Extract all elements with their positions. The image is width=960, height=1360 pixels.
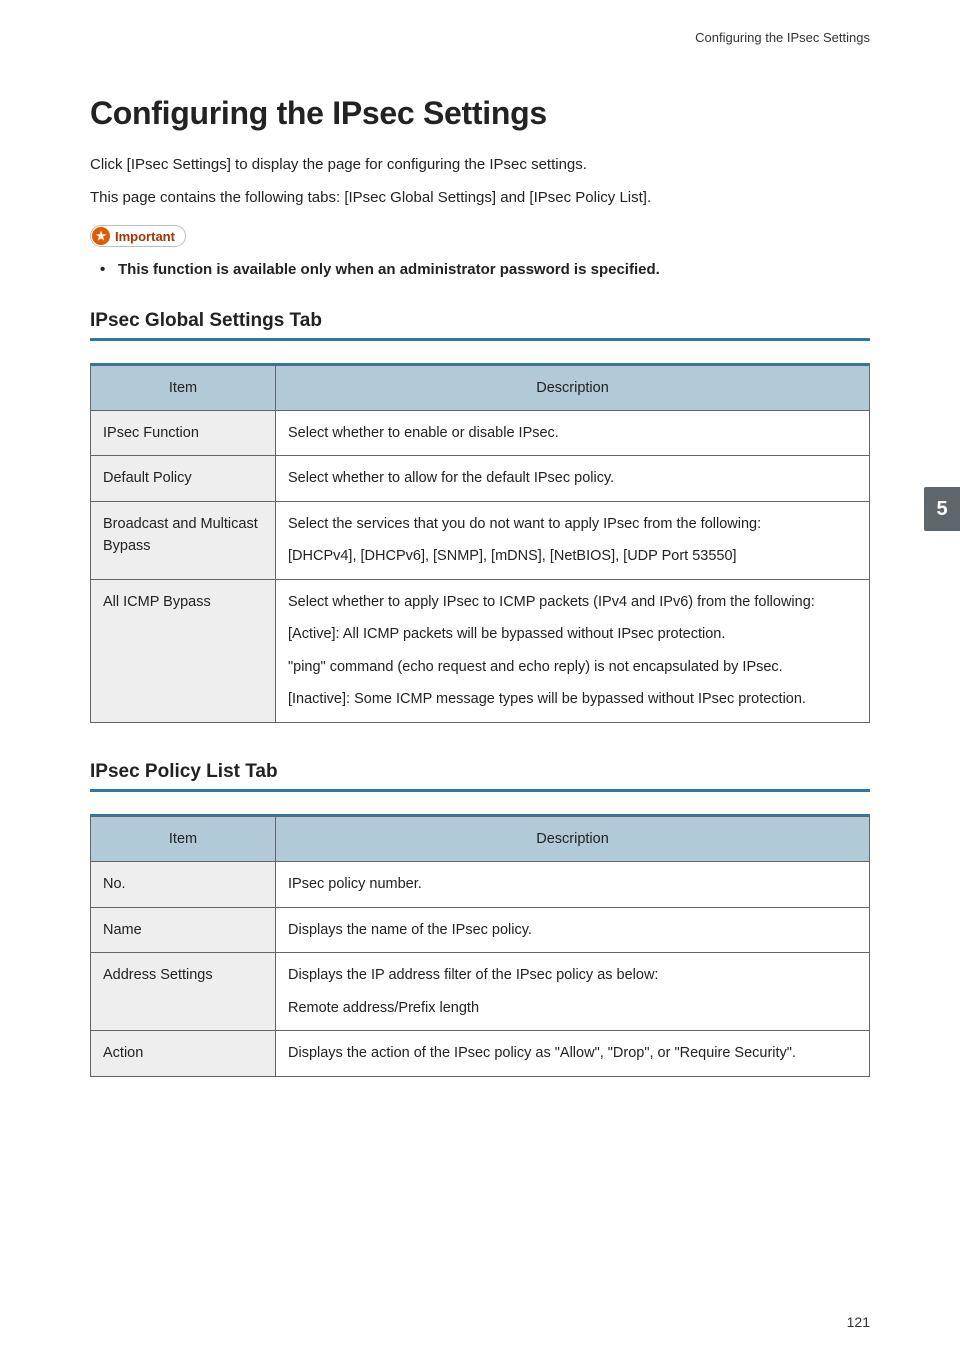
page-number: 121 xyxy=(847,1314,870,1330)
desc-cell: IPsec policy number. xyxy=(276,862,870,907)
table-row: Broadcast and Multicast Bypass Select th… xyxy=(91,501,870,579)
table-row: Action Displays the action of the IPsec … xyxy=(91,1031,870,1076)
table-row: All ICMP Bypass Select whether to apply … xyxy=(91,579,870,722)
table-row: IPsec Function Select whether to enable … xyxy=(91,410,870,455)
section-title-policy: IPsec Policy List Tab xyxy=(90,761,870,783)
section-title-global: IPsec Global Settings Tab xyxy=(90,310,870,332)
item-cell: All ICMP Bypass xyxy=(91,579,276,722)
desc-cell: Select whether to enable or disable IPse… xyxy=(276,410,870,455)
desc-text: Displays the IP address filter of the IP… xyxy=(288,964,857,986)
desc-text: [Active]: All ICMP packets will be bypas… xyxy=(288,623,857,645)
intro-line-1: Click [IPsec Settings] to display the pa… xyxy=(90,154,870,177)
star-icon: ★ xyxy=(92,227,110,245)
desc-text: Remote address/Prefix length xyxy=(288,997,857,1019)
desc-text: Displays the action of the IPsec policy … xyxy=(288,1042,857,1064)
desc-cell: Select whether to apply IPsec to ICMP pa… xyxy=(276,579,870,722)
desc-text: IPsec policy number. xyxy=(288,873,857,895)
important-badge: ★ Important xyxy=(90,225,186,247)
item-cell: Default Policy xyxy=(91,456,276,501)
item-cell: Broadcast and Multicast Bypass xyxy=(91,501,276,579)
chapter-tab: 5 xyxy=(924,487,960,531)
item-cell: No. xyxy=(91,862,276,907)
desc-cell: Select whether to allow for the default … xyxy=(276,456,870,501)
col-header-item: Item xyxy=(91,365,276,410)
item-cell: Name xyxy=(91,907,276,952)
table-row: Default Policy Select whether to allow f… xyxy=(91,456,870,501)
page-title: Configuring the IPsec Settings xyxy=(90,95,870,132)
col-header-item: Item xyxy=(91,816,276,861)
item-cell: IPsec Function xyxy=(91,410,276,455)
desc-text: Select whether to apply IPsec to ICMP pa… xyxy=(288,591,857,613)
table-row: Address Settings Displays the IP address… xyxy=(91,953,870,1031)
desc-text: Select the services that you do not want… xyxy=(288,513,857,535)
section-rule xyxy=(90,789,870,792)
important-label: Important xyxy=(115,229,175,244)
important-bullet: This function is available only when an … xyxy=(118,259,870,282)
ipsec-global-table: Item Description IPsec Function Select w… xyxy=(90,365,870,723)
desc-text: [DHCPv4], [DHCPv6], [SNMP], [mDNS], [Net… xyxy=(288,545,857,567)
table-row: No. IPsec policy number. xyxy=(91,862,870,907)
item-cell: Address Settings xyxy=(91,953,276,1031)
item-cell: Action xyxy=(91,1031,276,1076)
desc-text: Displays the name of the IPsec policy. xyxy=(288,919,857,941)
col-header-desc: Description xyxy=(276,365,870,410)
col-header-desc: Description xyxy=(276,816,870,861)
running-head: Configuring the IPsec Settings xyxy=(90,30,870,45)
desc-text: "ping" command (echo request and echo re… xyxy=(288,656,857,678)
table-row: Name Displays the name of the IPsec poli… xyxy=(91,907,870,952)
ipsec-policy-table: Item Description No. IPsec policy number… xyxy=(90,816,870,1077)
section-rule xyxy=(90,338,870,341)
desc-cell: Displays the IP address filter of the IP… xyxy=(276,953,870,1031)
desc-text: Select whether to enable or disable IPse… xyxy=(288,422,857,444)
intro-line-2: This page contains the following tabs: [… xyxy=(90,187,870,210)
desc-cell: Displays the action of the IPsec policy … xyxy=(276,1031,870,1076)
desc-cell: Select the services that you do not want… xyxy=(276,501,870,579)
important-list: This function is available only when an … xyxy=(90,259,870,282)
desc-text: [Inactive]: Some ICMP message types will… xyxy=(288,688,857,710)
desc-text: Select whether to allow for the default … xyxy=(288,467,857,489)
desc-cell: Displays the name of the IPsec policy. xyxy=(276,907,870,952)
